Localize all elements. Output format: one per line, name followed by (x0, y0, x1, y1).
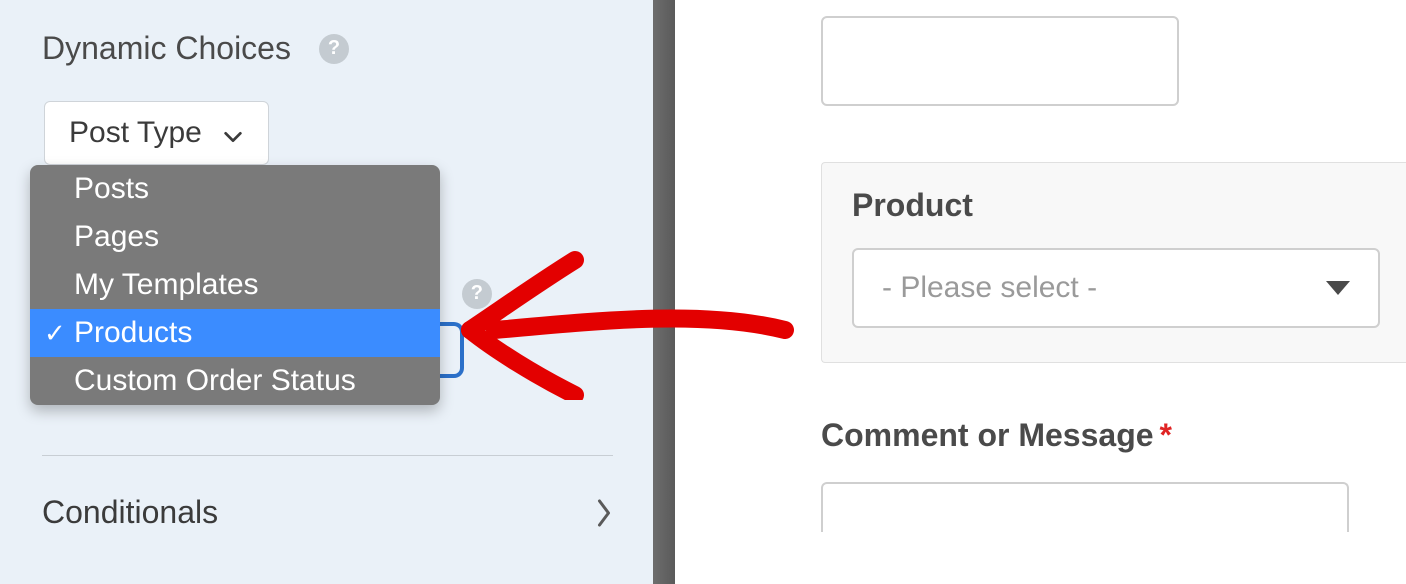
chevron-down-icon (222, 122, 244, 144)
product-field-label: Product (852, 187, 1406, 224)
dropdown-item-posts[interactable]: Posts (30, 165, 440, 213)
chevron-right-icon (595, 498, 613, 528)
conditionals-label: Conditionals (42, 494, 218, 531)
help-icon[interactable]: ? (319, 34, 349, 64)
dropdown-item-pages[interactable]: Pages (30, 213, 440, 261)
post-type-dropdown-menu: Posts Pages My Templates ✓ Products Cust… (30, 165, 440, 405)
comment-textarea[interactable] (821, 482, 1349, 532)
dropdown-item-label: Posts (74, 172, 149, 206)
dropdown-item-label: Custom Order Status (74, 364, 356, 398)
product-select-placeholder: - Please select - (882, 271, 1097, 305)
dropdown-item-my-templates[interactable]: My Templates (30, 261, 440, 309)
comment-field-label: Comment or Message* (821, 417, 1406, 454)
dynamic-choices-label: Dynamic Choices ? (42, 30, 633, 67)
required-asterisk: * (1160, 417, 1172, 453)
help-icon[interactable]: ? (462, 279, 492, 309)
sidebar-scrollbar[interactable] (653, 0, 675, 584)
dynamic-choices-text: Dynamic Choices (42, 30, 291, 67)
dropdown-item-custom-order-status[interactable]: Custom Order Status (30, 357, 440, 405)
dropdown-item-label: Products (74, 316, 192, 350)
dropdown-item-label: My Templates (74, 268, 259, 302)
dropdown-item-products[interactable]: ✓ Products (30, 309, 440, 357)
caret-down-icon (1326, 281, 1350, 295)
comment-label-text: Comment or Message (821, 417, 1154, 453)
product-select[interactable]: - Please select - (852, 248, 1380, 328)
conditionals-section-toggle[interactable]: Conditionals (42, 494, 613, 531)
product-field-block: Product - Please select - (821, 162, 1406, 363)
check-icon: ✓ (44, 318, 74, 349)
settings-sidebar: Dynamic Choices ? Post Type e ? Posts Pa… (0, 0, 675, 584)
post-type-select-value: Post Type (69, 116, 202, 150)
form-preview: Product - Please select - Comment or Mes… (675, 0, 1406, 584)
post-type-select-button[interactable]: Post Type (44, 101, 269, 165)
text-input[interactable] (821, 16, 1179, 106)
section-divider (42, 455, 613, 456)
dropdown-item-label: Pages (74, 220, 159, 254)
